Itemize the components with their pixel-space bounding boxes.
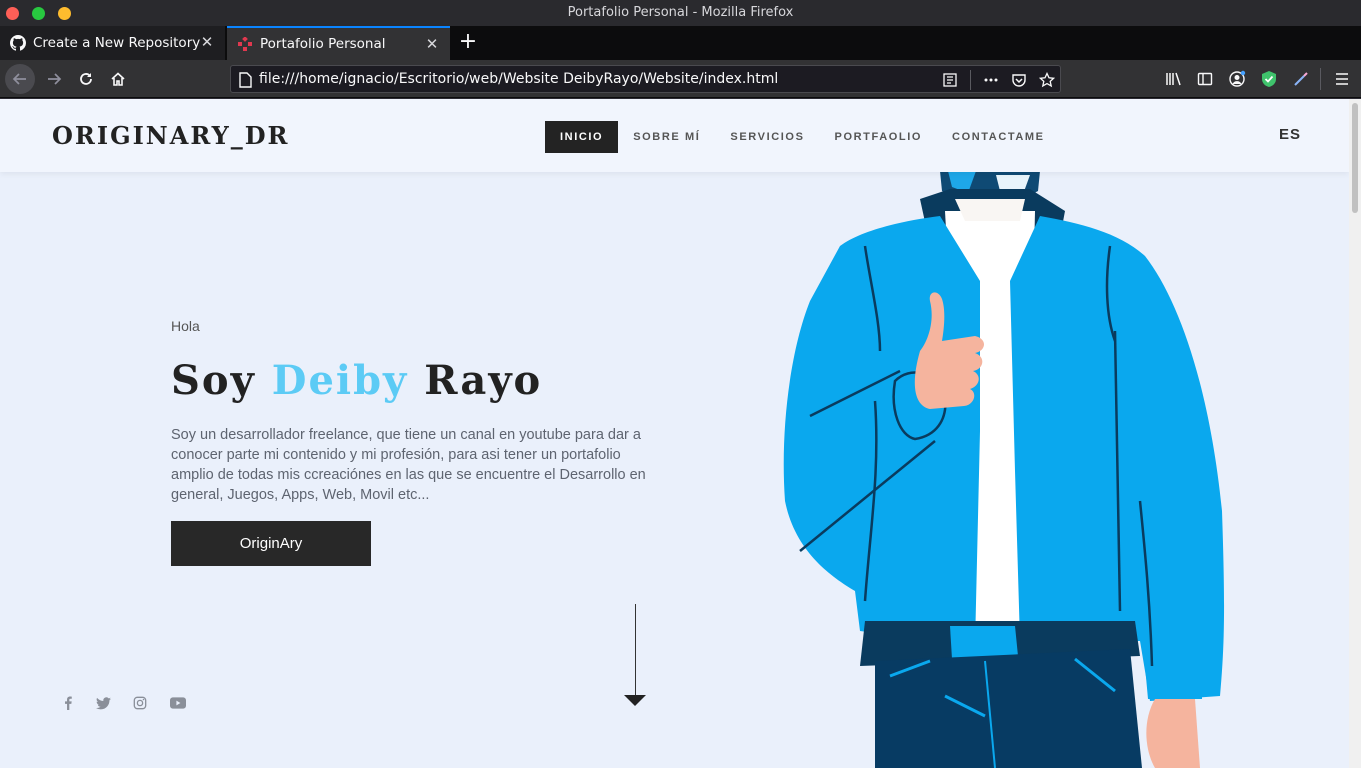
menu-item-inicio[interactable]: INICIO bbox=[545, 121, 619, 153]
menu-item-servicios[interactable]: SERVICIOS bbox=[715, 121, 819, 153]
site-favicon-icon bbox=[237, 36, 253, 52]
forward-button[interactable] bbox=[39, 64, 69, 94]
github-icon bbox=[10, 35, 26, 51]
close-tab-icon[interactable]: ✕ bbox=[424, 36, 440, 52]
tab-label: Portafolio Personal bbox=[260, 36, 386, 52]
url-text[interactable]: file:///home/ignacio/Escritorio/web/Webs… bbox=[259, 71, 778, 87]
new-tab-button[interactable]: + bbox=[456, 29, 480, 55]
page-scrollbar[interactable] bbox=[1349, 99, 1361, 768]
toolbar-divider bbox=[1320, 68, 1321, 90]
window-titlebar: Portafolio Personal - Mozilla Firefox bbox=[0, 0, 1361, 26]
color-picker-extension-icon[interactable] bbox=[1291, 69, 1311, 89]
page-viewport: ORIGINARY_DR INICIO SOBRE MÍ SERVICIOS P… bbox=[0, 99, 1349, 768]
language-switcher[interactable]: ES bbox=[1279, 126, 1301, 143]
menu-item-portafolio[interactable]: PORTFAOLIO bbox=[820, 121, 938, 153]
url-bar[interactable]: file:///home/ignacio/Escritorio/web/Webs… bbox=[230, 65, 1061, 93]
shield-extension-icon[interactable] bbox=[1259, 69, 1279, 89]
twitter-icon[interactable] bbox=[93, 693, 113, 713]
site-header: ORIGINARY_DR INICIO SOBRE MÍ SERVICIOS P… bbox=[0, 99, 1349, 172]
back-button[interactable] bbox=[5, 64, 35, 94]
page-actions-icon[interactable] bbox=[982, 71, 1000, 89]
navigation-toolbar: file:///home/ignacio/Escritorio/web/Webs… bbox=[0, 60, 1361, 98]
forward-arrow-icon bbox=[48, 73, 62, 85]
facebook-icon[interactable] bbox=[58, 693, 78, 713]
reader-view-icon[interactable] bbox=[941, 71, 959, 89]
hero-person-illustration bbox=[783, 171, 1225, 768]
home-button[interactable] bbox=[103, 64, 133, 94]
scroll-down-arrow-icon[interactable] bbox=[624, 695, 646, 706]
hero-title: Soy Deiby Rayo bbox=[171, 357, 542, 404]
close-tab-icon[interactable]: ✕ bbox=[199, 34, 215, 50]
hero-title-suffix: Rayo bbox=[424, 357, 543, 404]
back-arrow-icon bbox=[12, 73, 26, 85]
window-title: Portafolio Personal - Mozilla Firefox bbox=[567, 5, 794, 20]
tab-github[interactable]: Create a New Repository ✕ bbox=[0, 26, 225, 60]
youtube-icon[interactable] bbox=[168, 693, 188, 713]
menu-item-contactame[interactable]: CONTACTAME bbox=[937, 121, 1060, 153]
site-menu: INICIO SOBRE MÍ SERVICIOS PORTFAOLIO CON… bbox=[545, 121, 1060, 153]
pocket-icon[interactable] bbox=[1010, 71, 1028, 89]
page-info-icon[interactable] bbox=[236, 71, 254, 89]
library-icon[interactable] bbox=[1164, 69, 1184, 89]
hamburger-menu-icon[interactable] bbox=[1332, 69, 1352, 89]
home-icon bbox=[111, 72, 125, 86]
tab-label: Create a New Repository bbox=[33, 35, 201, 51]
site-logo[interactable]: ORIGINARY_DR bbox=[52, 121, 289, 150]
instagram-icon[interactable] bbox=[130, 693, 150, 713]
hero-title-accent: Deiby bbox=[271, 357, 409, 404]
tab-portafolio[interactable]: Portafolio Personal ✕ bbox=[227, 26, 450, 60]
sidebar-icon[interactable] bbox=[1195, 69, 1215, 89]
scroll-down-line bbox=[635, 604, 636, 696]
hero-title-prefix: Soy bbox=[171, 357, 256, 404]
bookmark-star-icon[interactable] bbox=[1038, 71, 1056, 89]
reload-icon bbox=[80, 73, 92, 85]
originary-button[interactable]: OriginAry bbox=[171, 521, 371, 566]
hero-description: Soy un desarrollador freelance, que tien… bbox=[171, 427, 646, 503]
account-icon[interactable] bbox=[1227, 69, 1247, 89]
reload-button[interactable] bbox=[71, 64, 101, 94]
scrollbar-thumb[interactable] bbox=[1352, 103, 1358, 213]
menu-item-sobre-mi[interactable]: SOBRE MÍ bbox=[618, 121, 715, 153]
tab-strip: Create a New Repository ✕ Portafolio Per… bbox=[0, 26, 1361, 60]
url-divider bbox=[970, 70, 971, 90]
hero-greeting: Hola bbox=[171, 318, 200, 334]
